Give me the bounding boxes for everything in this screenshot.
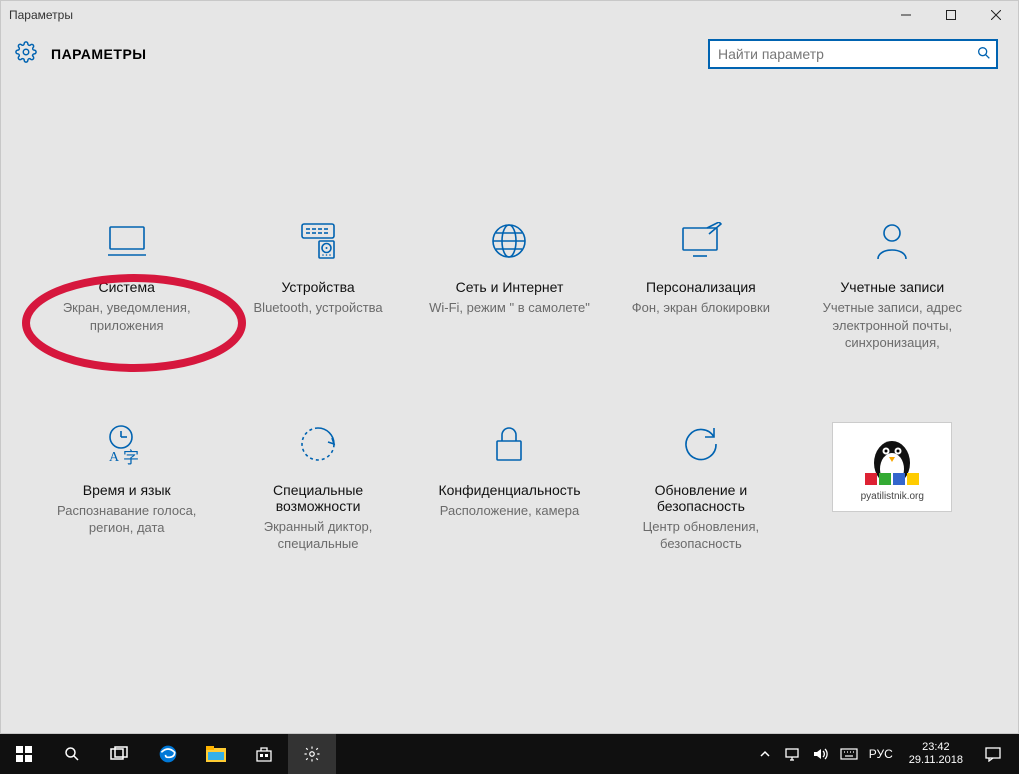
update-icon xyxy=(681,422,721,466)
watermark-logo: pyatilistnik.org xyxy=(797,422,988,553)
settings-window: Параметры ПАРАМЕТРЫ xyxy=(0,0,1019,734)
action-center-button[interactable] xyxy=(973,746,1013,762)
taskbar-store[interactable] xyxy=(240,734,288,774)
taskbar-explorer[interactable] xyxy=(192,734,240,774)
taskbar: РУС 23:42 29.11.2018 xyxy=(0,734,1019,774)
tile-devices[interactable]: Устройства Bluetooth, устройства xyxy=(222,219,413,352)
tile-personalization[interactable]: Персонализация Фон, экран блокировки xyxy=(605,219,796,352)
tile-title: Система xyxy=(99,279,155,295)
tray-time: 23:42 xyxy=(922,741,950,754)
tray-chevron-up-icon[interactable] xyxy=(751,734,779,774)
display-icon xyxy=(106,219,148,263)
tile-title: Сеть и Интернет xyxy=(456,279,564,295)
header: ПАРАМЕТРЫ xyxy=(1,29,1018,79)
taskbar-edge[interactable] xyxy=(144,734,192,774)
window-controls xyxy=(883,1,1018,29)
close-button[interactable] xyxy=(973,1,1018,29)
tile-title: Конфиденциальность xyxy=(438,482,580,498)
tile-update-security[interactable]: Обновление и безопасность Центр обновлен… xyxy=(605,422,796,553)
search-icon xyxy=(976,45,992,66)
tray-language[interactable]: РУС xyxy=(863,747,899,761)
start-button[interactable] xyxy=(0,734,48,774)
tile-subtitle: Экранный диктор, специальные xyxy=(230,518,405,553)
search-input[interactable] xyxy=(708,39,998,69)
lock-icon xyxy=(492,422,526,466)
svg-text:字: 字 xyxy=(123,449,139,465)
penguin-logo-icon xyxy=(857,431,927,491)
taskbar-settings[interactable] xyxy=(288,734,336,774)
tile-time-language[interactable]: A 字 Время и язык Распознавание голоса, р… xyxy=(31,422,222,553)
tile-subtitle: Центр обновления, безопасность xyxy=(613,518,788,553)
tile-network[interactable]: Сеть и Интернет Wi-Fi, режим " в самолет… xyxy=(414,219,605,352)
settings-grid: Система Экран, уведомления, приложения У… xyxy=(1,79,1018,553)
maximize-button[interactable] xyxy=(928,1,973,29)
tile-title: Устройства xyxy=(281,279,354,295)
tile-subtitle: Расположение, камера xyxy=(440,502,579,520)
tile-subtitle: Фон, экран блокировки xyxy=(632,299,770,317)
person-icon xyxy=(874,219,910,263)
tile-subtitle: Учетные записи, адрес электронной почты,… xyxy=(805,299,980,352)
tile-subtitle: Bluetooth, устройства xyxy=(254,299,383,317)
ease-of-access-icon xyxy=(298,422,338,466)
tile-title: Учетные записи xyxy=(840,279,944,295)
tray-volume-icon[interactable] xyxy=(807,734,835,774)
tray-date: 29.11.2018 xyxy=(909,754,963,767)
tray-clock[interactable]: 23:42 29.11.2018 xyxy=(899,741,973,767)
tile-privacy[interactable]: Конфиденциальность Расположение, камера xyxy=(414,422,605,553)
tile-title: Обновление и безопасность xyxy=(613,482,788,514)
gear-icon xyxy=(15,41,37,68)
tile-subtitle: Wi-Fi, режим " в самолете" xyxy=(429,299,590,317)
tile-title: Время и язык xyxy=(83,482,171,498)
tile-title: Персонализация xyxy=(646,279,756,295)
tray-network-icon[interactable] xyxy=(779,734,807,774)
tile-system[interactable]: Система Экран, уведомления, приложения xyxy=(31,219,222,352)
search-box[interactable] xyxy=(708,39,998,69)
tile-subtitle: Распознавание голоса, регион, дата xyxy=(39,502,214,537)
svg-text:A: A xyxy=(109,450,120,465)
window-title: Параметры xyxy=(9,8,73,22)
taskbar-search-button[interactable] xyxy=(48,734,96,774)
watermark-text: pyatilistnik.org xyxy=(861,491,924,502)
minimize-button[interactable] xyxy=(883,1,928,29)
titlebar: Параметры xyxy=(1,1,1018,29)
tile-ease-of-access[interactable]: Специальные возможности Экранный диктор,… xyxy=(222,422,413,553)
time-language-icon: A 字 xyxy=(105,422,149,466)
tile-accounts[interactable]: Учетные записи Учетные записи, адрес эле… xyxy=(797,219,988,352)
task-view-button[interactable] xyxy=(96,734,144,774)
page-title: ПАРАМЕТРЫ xyxy=(51,46,147,62)
tile-title: Специальные возможности xyxy=(230,482,405,514)
tile-subtitle: Экран, уведомления, приложения xyxy=(39,299,214,334)
tray-keyboard-icon[interactable] xyxy=(835,734,863,774)
devices-icon xyxy=(296,219,340,263)
personalization-icon xyxy=(679,219,723,263)
globe-icon xyxy=(489,219,529,263)
